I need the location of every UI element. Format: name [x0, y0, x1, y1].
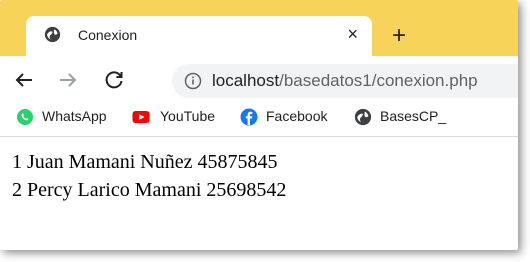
youtube-icon: [132, 111, 150, 123]
url-path: /basedatos1/conexion.php: [279, 71, 478, 90]
reload-icon[interactable]: [102, 68, 126, 92]
globe-icon: [354, 108, 372, 126]
bookmarks-bar: WhatsApp YouTube Facebook BasesCP_: [0, 98, 518, 137]
globe-icon: [44, 26, 61, 43]
bookmark-label: WhatsApp: [42, 108, 107, 124]
new-tab-button[interactable]: +: [392, 24, 406, 48]
close-tab-icon[interactable]: ×: [347, 24, 358, 44]
whatsapp-icon: [17, 109, 33, 125]
facebook-icon: [240, 108, 258, 126]
url-text[interactable]: localhost/basedatos1/conexion.php: [212, 71, 478, 91]
bookmark-label: Facebook: [266, 108, 328, 124]
bookmark-label: YouTube: [160, 108, 216, 124]
tab-conexion[interactable]: Conexion ×: [26, 16, 372, 56]
address-bar[interactable]: localhost/basedatos1/conexion.php: [172, 64, 518, 98]
record-row: 1 Juan Mamani Nuñez 45875845: [12, 151, 278, 173]
browser-window: Conexion × + localhost/basedatos1/conexi…: [0, 0, 518, 250]
tab-title: Conexion: [78, 27, 138, 43]
bookmark-label: BasesCP_: [380, 108, 447, 124]
record-row: 2 Percy Larico Mamani 25698542: [12, 179, 287, 201]
back-arrow-icon[interactable]: [12, 68, 36, 92]
url-host: localhost: [212, 71, 280, 90]
page-content: 1 Juan Mamani Nuñez 45875845 2 Percy Lar…: [0, 137, 518, 250]
info-icon[interactable]: [184, 72, 202, 90]
tab-strip: Conexion × +: [0, 0, 518, 56]
forward-arrow-icon[interactable]: [56, 68, 80, 92]
